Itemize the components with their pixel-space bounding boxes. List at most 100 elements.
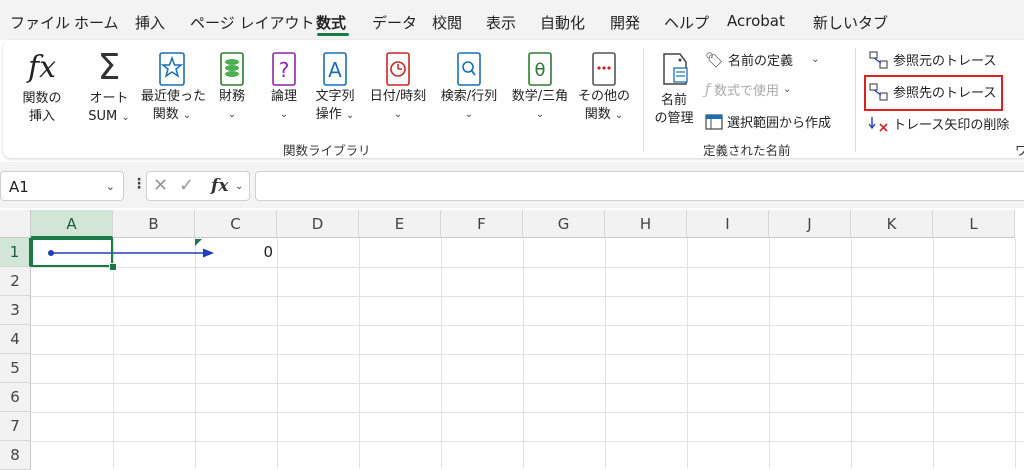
- chevron-down-icon: ⌄: [393, 109, 403, 120]
- ribbon: fx 関数の 挿入 Σ オート SUM ⌄ 最近使った 関数 ⌄ 財務 ⌄ ?: [3, 40, 1024, 158]
- chevron-down-icon: ⌄: [279, 109, 289, 120]
- text-functions-label-1: 文字列: [315, 89, 355, 104]
- menu-bar: ファイル ホーム 挿入 ページ レイアウト 数式 データ 校閲 表示 自動化 開…: [0, 0, 1024, 40]
- tab-formulas[interactable]: 数式: [316, 12, 346, 33]
- tab-automate[interactable]: 自動化: [540, 12, 585, 33]
- chevron-down-icon: ⌄: [345, 110, 355, 121]
- tab-page-layout[interactable]: ページ レイアウト: [190, 12, 314, 33]
- active-tab-underline: [317, 33, 349, 36]
- formula-input[interactable]: [255, 171, 1024, 201]
- recently-used-label-1: 最近使った: [141, 89, 207, 104]
- tab-new-tab[interactable]: 新しいタブ: [813, 12, 888, 33]
- tab-review[interactable]: 校閲: [432, 12, 462, 33]
- svg-text:A: A: [328, 58, 342, 82]
- more-dots-book-icon: [592, 52, 616, 86]
- name-box-value: A1: [9, 178, 29, 196]
- financial-label: 財務: [218, 89, 245, 104]
- remove-arrows-button[interactable]: トレース矢印の削除: [869, 114, 1009, 133]
- enter-check-icon[interactable]: ✓: [179, 175, 194, 196]
- define-name-label: 名前の定義: [728, 54, 794, 69]
- trace-precedents-icon: [869, 50, 888, 69]
- trace-precedents-button[interactable]: 参照元のトレース: [869, 50, 996, 69]
- selected-cell-a1[interactable]: [31, 238, 113, 267]
- math-trig-label: 数学/三角: [511, 89, 569, 104]
- fx-tag-icon: ƒ: [705, 81, 710, 98]
- chevron-down-icon: ⌄: [464, 109, 474, 120]
- tab-developer[interactable]: 開発: [610, 12, 640, 33]
- math-trig-button[interactable]: θ 数学/三角 ⌄: [506, 48, 574, 124]
- remove-arrows-label: トレース矢印の削除: [893, 118, 1010, 133]
- chevron-down-icon: ⌄: [105, 180, 115, 193]
- autosum-label-1: オート: [89, 91, 129, 106]
- formula-bar: A1 ⌄ ⋮ ✕ ✓ fx ⌄: [0, 162, 1024, 208]
- chevron-down-icon: ⌄: [614, 110, 624, 121]
- create-from-selection-button[interactable]: 選択範囲から作成: [705, 112, 831, 131]
- recently-used-button[interactable]: 最近使った 関数 ⌄: [141, 48, 207, 125]
- defined-names-group-label: 定義された名前: [703, 143, 791, 158]
- chevron-down-icon: ⌄: [227, 109, 237, 120]
- svg-text:?: ?: [279, 58, 290, 82]
- tab-insert[interactable]: 挿入: [135, 12, 165, 33]
- coins-book-icon: [220, 52, 244, 86]
- autosum-button[interactable]: Σ オート SUM ⌄: [79, 48, 139, 127]
- chevron-down-icon: ⌄: [182, 110, 192, 121]
- trace-dependent-arrow: [48, 248, 214, 258]
- lookup-reference-label: 検索/行列: [440, 89, 498, 104]
- group-separator: [643, 48, 644, 152]
- cancel-icon[interactable]: ✕: [153, 175, 168, 196]
- text-functions-label-2: 操作: [315, 107, 342, 122]
- tab-view[interactable]: 表示: [486, 12, 516, 33]
- autosum-label-2: SUM: [88, 109, 118, 124]
- lookup-reference-button[interactable]: 検索/行列 ⌄: [435, 48, 503, 124]
- insert-function-fx-icon[interactable]: fx: [211, 176, 228, 196]
- chevron-down-icon: ⌄: [811, 54, 820, 65]
- more-functions-button[interactable]: その他の 関数 ⌄: [577, 48, 631, 125]
- insert-function-label-1: 関数の: [22, 91, 62, 106]
- tab-file[interactable]: ファイル: [10, 12, 70, 33]
- define-name-button[interactable]: 🏷 名前の定義 ⌄: [705, 50, 820, 70]
- highlight-box: [864, 75, 1003, 111]
- svg-text:θ: θ: [534, 60, 545, 81]
- chevron-down-icon[interactable]: ⌄: [235, 181, 243, 192]
- tab-help[interactable]: ヘルプ: [664, 12, 709, 33]
- create-from-selection-icon: [705, 113, 723, 130]
- star-book-icon: [159, 52, 185, 86]
- insert-function-button[interactable]: fx 関数の 挿入: [13, 48, 71, 126]
- financial-button[interactable]: 財務 ⌄: [208, 48, 256, 124]
- magnifier-book-icon: [457, 52, 481, 86]
- chevron-down-icon: ⌄: [535, 109, 545, 120]
- tag-icon: 🏷: [705, 50, 725, 69]
- fill-handle[interactable]: [109, 263, 117, 271]
- name-box[interactable]: A1 ⌄: [0, 171, 124, 201]
- group-separator: [855, 48, 856, 152]
- remove-arrows-icon: [869, 116, 888, 132]
- function-library-group-label: 関数ライブラリ: [283, 143, 371, 158]
- recently-used-label-2: 関数: [152, 107, 179, 122]
- tab-acrobat[interactable]: Acrobat: [727, 12, 785, 30]
- tab-home[interactable]: ホーム: [74, 12, 119, 33]
- fx-icon: fx: [27, 50, 57, 85]
- letter-a-book-icon: A: [323, 52, 347, 86]
- formula-buttons: ✕ ✓ fx ⌄: [146, 171, 250, 201]
- chevron-down-icon: ⌄: [782, 84, 792, 95]
- text-functions-button[interactable]: A 文字列 操作 ⌄: [309, 48, 361, 125]
- trace-precedents-label: 参照元のトレース: [893, 54, 997, 69]
- tab-data[interactable]: データ: [372, 12, 417, 33]
- logical-button[interactable]: ? 論理 ⌄: [260, 48, 308, 124]
- insert-function-label-2: 挿入: [28, 109, 55, 124]
- question-book-icon: ?: [272, 52, 296, 86]
- more-options-icon[interactable]: ⋮: [132, 176, 146, 192]
- date-time-button[interactable]: 日付/時刻 ⌄: [365, 48, 431, 124]
- date-time-label: 日付/時刻: [369, 89, 427, 104]
- name-manager-label-1: 名前: [660, 93, 687, 108]
- logical-label: 論理: [270, 89, 297, 104]
- more-functions-label-1: その他の: [577, 89, 630, 104]
- name-tag-icon: [663, 53, 688, 85]
- sigma-icon: Σ: [97, 47, 121, 88]
- more-functions-label-2: 関数: [584, 107, 611, 122]
- spreadsheet-grid: A B C D E F G H I J K L 1 2 3 4 5 6 7 8 …: [0, 210, 1024, 470]
- use-in-formula-button[interactable]: ƒ 数式で使用 ⌄: [705, 80, 792, 100]
- chevron-down-icon: ⌄: [121, 112, 130, 123]
- name-manager-button[interactable]: 名前 の管理: [649, 48, 699, 128]
- theta-book-icon: θ: [528, 52, 552, 86]
